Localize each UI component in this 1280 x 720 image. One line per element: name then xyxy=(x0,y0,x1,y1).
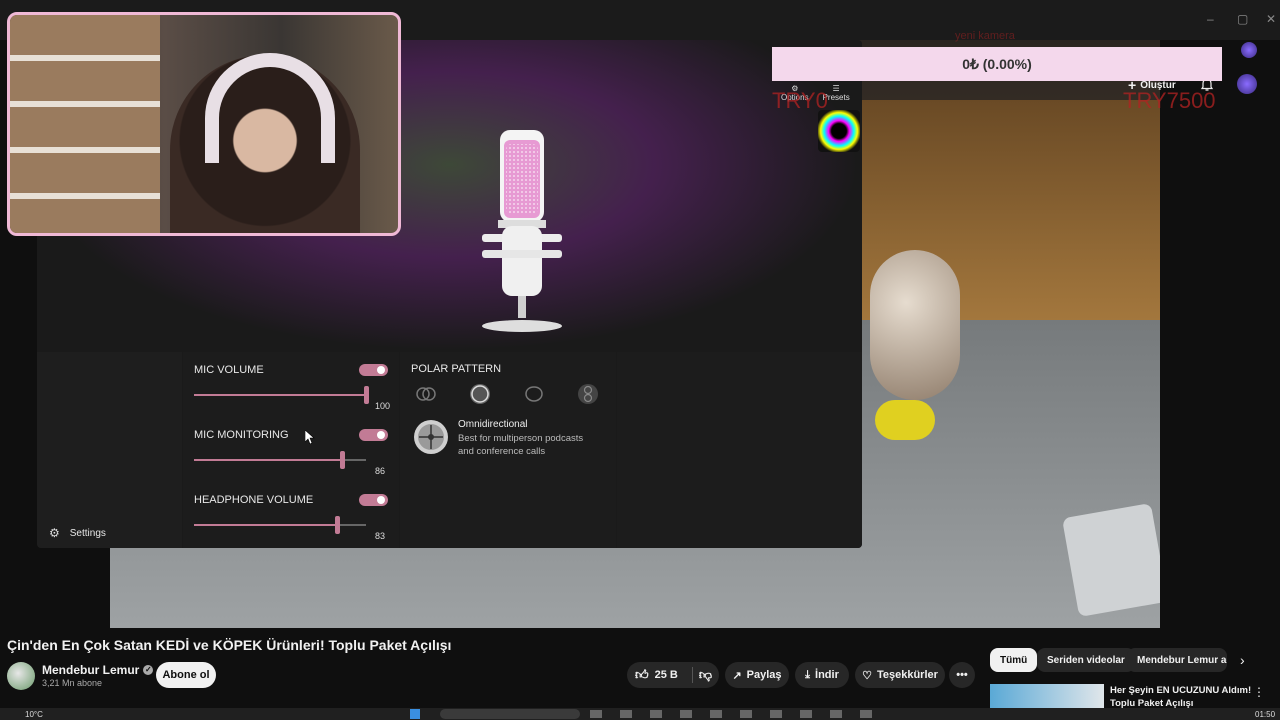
webcam-bookshelf xyxy=(10,15,160,233)
omnidirectional-icon[interactable] xyxy=(469,383,491,405)
thumbs-up-icon[interactable]: 👍︎ xyxy=(635,667,649,683)
slider-value: 83 xyxy=(375,531,386,541)
slider-toggle[interactable] xyxy=(359,429,388,441)
chip-all[interactable]: Tümü xyxy=(990,648,1038,672)
thumbs-down-icon[interactable]: 👎︎ xyxy=(699,667,712,683)
verified-icon: ✓ xyxy=(143,665,154,675)
slider-toggle[interactable] xyxy=(359,364,388,376)
gear-icon: ⚙ xyxy=(49,526,60,540)
more-dots-icon: ••• xyxy=(956,669,968,681)
video-scene-dog xyxy=(870,250,960,400)
download-button[interactable]: ⤓ İndir xyxy=(795,662,849,688)
minimize-icon[interactable]: – xyxy=(1207,12,1214,26)
sidebar: ⚙ Settings xyxy=(37,352,182,548)
avatar[interactable] xyxy=(1237,74,1257,94)
channel-name-row[interactable]: Mendebur Lemur ✓ xyxy=(42,663,154,677)
slider-fill xyxy=(194,459,342,461)
weather-temperature[interactable]: 10°C xyxy=(25,710,43,719)
close-icon[interactable]: ✕ xyxy=(1266,12,1276,26)
slider-track[interactable] xyxy=(194,524,366,526)
windows-start-icon[interactable] xyxy=(410,709,420,719)
chip-channel[interactable]: Mendebur Lemur adlı xyxy=(1127,648,1227,672)
more-vertical-icon[interactable]: ⋮ xyxy=(1253,685,1265,699)
subscriber-count: 3,21 Mn abone xyxy=(42,678,103,688)
next-video-thumbnail[interactable] xyxy=(990,684,1104,708)
polar-pattern-heading: POLAR PATTERN xyxy=(411,363,502,375)
cursor-icon xyxy=(305,430,315,444)
slider-thumb[interactable] xyxy=(364,386,369,404)
taskbar: 10°C 01:50 xyxy=(0,708,1280,720)
donation-goal-bar: 0₺ (0.00%) xyxy=(772,47,1222,81)
next-video-title-line-2[interactable]: Toplu Paket Açılışı xyxy=(1110,698,1193,708)
cardioid-icon[interactable] xyxy=(523,383,545,405)
like-dislike-group: 👍︎ 25 B 👎︎ xyxy=(627,662,719,688)
slider-fill xyxy=(194,394,366,396)
slider-value: 86 xyxy=(375,466,386,476)
taskbar-clock[interactable]: 01:50 xyxy=(1255,710,1275,719)
next-video-title[interactable]: Her Şeyin EN UCUZUNU Aldım! xyxy=(1110,685,1251,696)
taskbar-search-box[interactable] xyxy=(440,709,580,719)
subscribe-button[interactable]: Abone ol xyxy=(156,662,216,688)
share-icon: ↗ xyxy=(732,669,742,682)
polar-pattern-panel: POLAR PATTERN Omnidirectional Best for m… xyxy=(400,352,616,548)
slider-thumb[interactable] xyxy=(340,451,345,469)
thanks-label: Teşekkürler xyxy=(876,669,938,681)
omnidirectional-large-icon xyxy=(413,419,449,455)
slider-thumb[interactable] xyxy=(335,516,340,534)
chevron-right-icon[interactable]: › xyxy=(1240,652,1245,668)
heart-dollar-icon: ♡ xyxy=(862,669,872,682)
donation-goal-max: TRY7500 xyxy=(1123,88,1216,113)
browser-profile-avatar[interactable] xyxy=(1241,42,1257,58)
channel-avatar[interactable] xyxy=(7,662,35,690)
slider-label: HEADPHONE VOLUME xyxy=(194,494,314,506)
settings-label: Settings xyxy=(69,527,106,539)
video-scene-pillow xyxy=(1062,502,1160,618)
taskbar-app-icons[interactable] xyxy=(590,710,880,718)
empty-panel xyxy=(617,352,862,548)
thanks-button[interactable]: ♡ Teşekkürler xyxy=(855,662,945,688)
slider-label: MIC MONITORING xyxy=(194,429,289,441)
webcam-overlay xyxy=(7,12,401,236)
polar-pattern-options xyxy=(415,383,599,405)
donation-goal-min: TRY0 xyxy=(772,88,828,113)
pattern-description-line-2: and conference calls xyxy=(458,446,546,457)
video-title: Çin'den En Çok Satan KEDİ ve KÖPEK Ürünl… xyxy=(7,637,452,653)
stereo-icon[interactable] xyxy=(415,383,437,405)
pattern-description-line-1: Best for multiperson podcasts xyxy=(458,433,584,444)
divider xyxy=(691,667,693,683)
sliders-icon: ☰ xyxy=(832,84,840,93)
settings-link[interactable]: ⚙ Settings xyxy=(49,526,106,540)
slider-track[interactable] xyxy=(194,394,366,396)
pattern-name: Omnidirectional xyxy=(458,419,528,430)
slider-label: MIC VOLUME xyxy=(194,364,264,376)
slider-toggle[interactable] xyxy=(359,494,388,506)
faded-overlay-text: yeni kamera xyxy=(955,30,1015,42)
like-count[interactable]: 25 B xyxy=(655,669,678,681)
microphone-image xyxy=(480,130,570,335)
more-actions-button[interactable]: ••• xyxy=(949,662,975,688)
slider-value: 100 xyxy=(375,401,391,411)
chip-series-videos[interactable]: Seriden videolar xyxy=(1037,648,1135,672)
video-scene-toy xyxy=(875,400,935,440)
bidirectional-icon[interactable] xyxy=(577,383,599,405)
maximize-icon[interactable]: ▢ xyxy=(1237,12,1248,26)
channel-name[interactable]: Mendebur Lemur xyxy=(42,663,139,677)
share-label: Paylaş xyxy=(746,669,782,681)
slider-fill xyxy=(194,524,337,526)
preset-thumbnail[interactable] xyxy=(818,110,860,152)
share-button[interactable]: ↗ Paylaş xyxy=(725,662,789,688)
download-label: İndir xyxy=(815,669,839,681)
audio-controls: MIC VOLUME 100 MIC MONITORING 86 HEADPHO… xyxy=(183,352,399,548)
download-icon: ⤓ xyxy=(805,668,811,681)
